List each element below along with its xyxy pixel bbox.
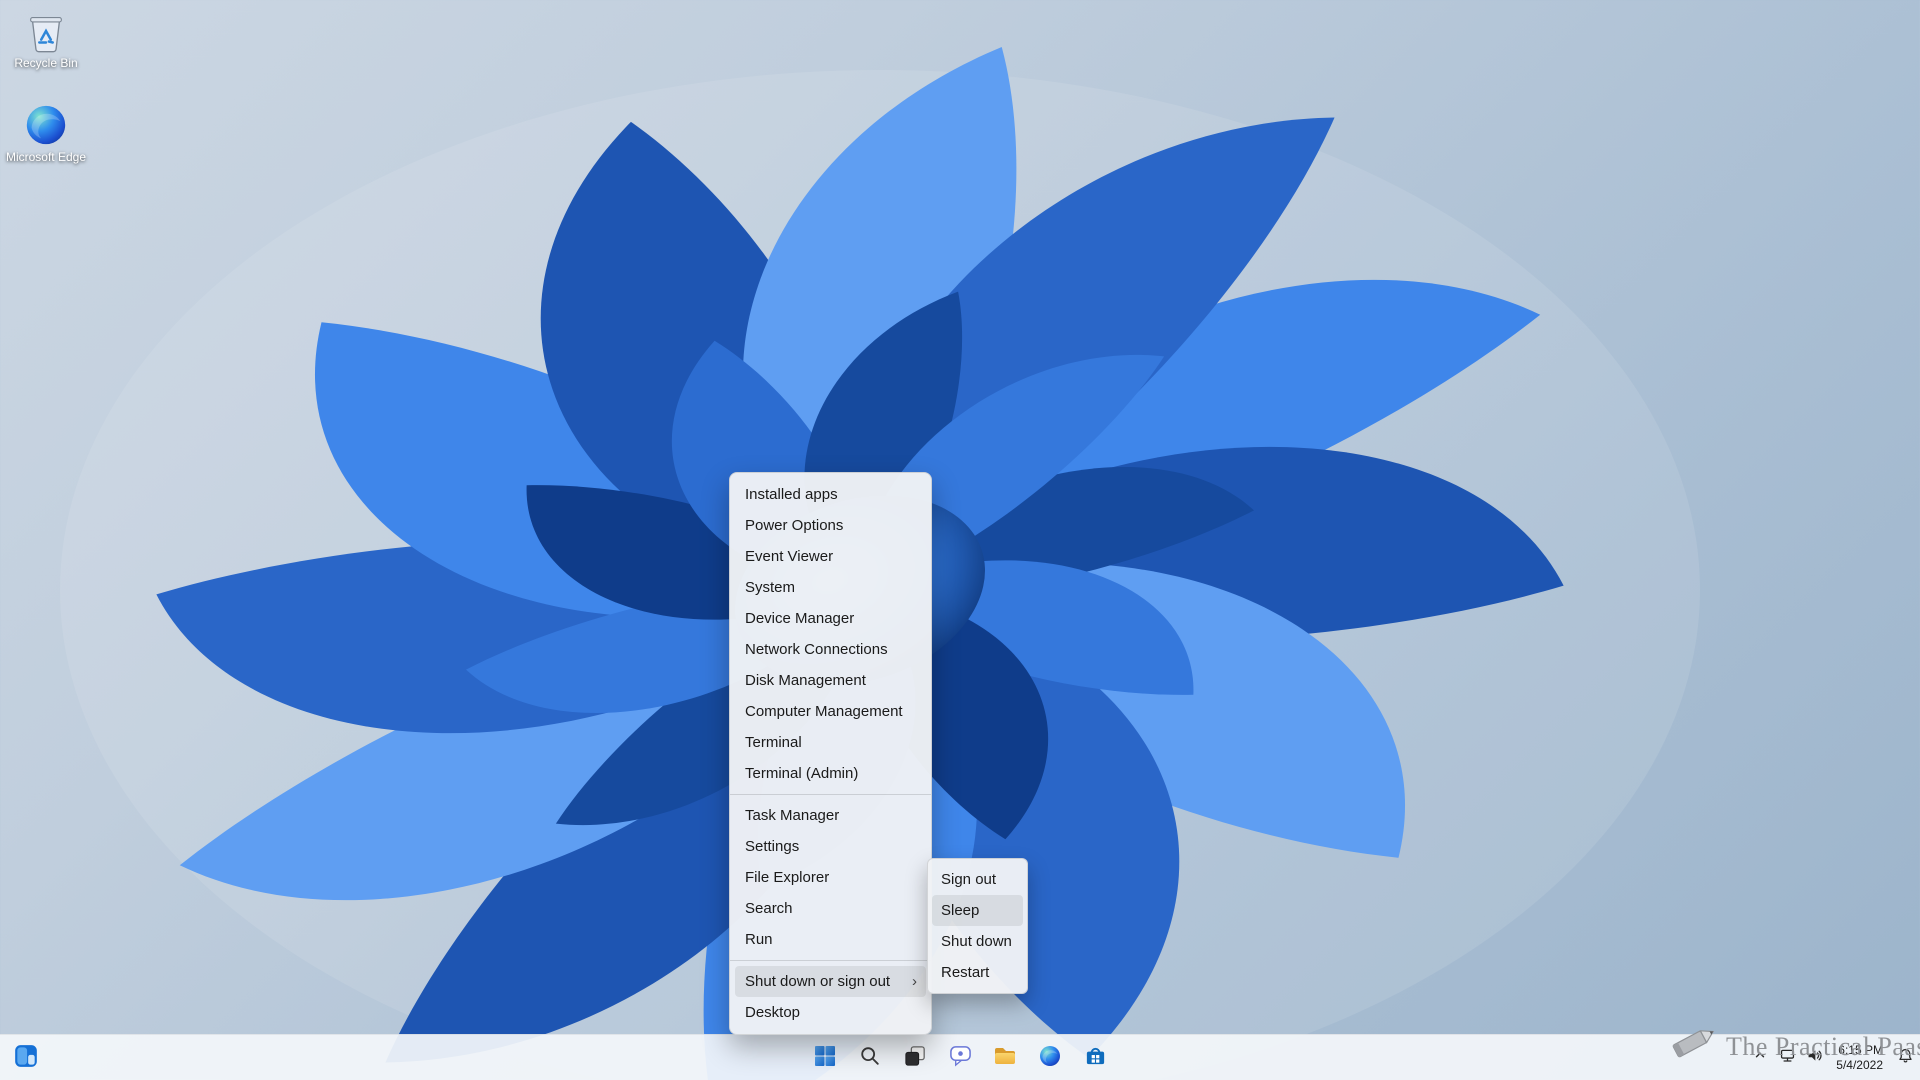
search-icon — [859, 1045, 881, 1072]
edge-icon — [1038, 1044, 1062, 1073]
bell-icon — [1897, 1047, 1914, 1069]
menu-item-computer-management[interactable]: Computer Management — [735, 696, 926, 727]
clock[interactable]: 6:15 PM 5/4/2022 — [1832, 1041, 1887, 1075]
menu-item-settings[interactable]: Settings — [735, 831, 926, 862]
taskbar: 6:15 PM 5/4/2022 — [0, 1034, 1920, 1080]
store-icon — [1084, 1044, 1107, 1072]
chevron-right-icon: › — [912, 973, 917, 990]
menu-item-terminal[interactable]: Terminal — [735, 727, 926, 758]
task-view-button[interactable] — [895, 1038, 935, 1078]
desktop-icon-microsoft-edge[interactable]: Microsoft Edge — [0, 102, 92, 165]
desktop-icon-label: Recycle Bin — [14, 56, 78, 70]
menu-item-installed-apps[interactable]: Installed apps — [735, 479, 926, 510]
desktop-icon-recycle-bin[interactable]: Recycle Bin — [0, 8, 92, 71]
submenu-item-sign-out[interactable]: Sign out — [932, 864, 1023, 895]
menu-separator — [730, 960, 931, 961]
network-button[interactable] — [1778, 1049, 1796, 1067]
power-submenu: Sign out Sleep Shut down Restart — [927, 858, 1028, 994]
volume-icon — [1806, 1047, 1823, 1069]
search-button[interactable] — [850, 1038, 890, 1078]
file-explorer-icon — [993, 1044, 1017, 1073]
menu-item-network-connections[interactable]: Network Connections — [735, 634, 926, 665]
edge-button[interactable] — [1030, 1038, 1070, 1078]
desktop-icon-label: Microsoft Edge — [5, 150, 87, 164]
edge-icon — [23, 102, 69, 148]
menu-item-disk-management[interactable]: Disk Management — [735, 665, 926, 696]
clock-date: 5/4/2022 — [1836, 1057, 1883, 1072]
menu-separator — [730, 794, 931, 795]
menu-item-file-explorer[interactable]: File Explorer — [735, 862, 926, 893]
network-icon — [1779, 1047, 1796, 1069]
chat-button[interactable] — [940, 1038, 980, 1078]
menu-item-device-manager[interactable]: Device Manager — [735, 603, 926, 634]
menu-item-shutdown-signout[interactable]: Shut down or sign out › — [735, 966, 926, 997]
menu-item-power-options[interactable]: Power Options — [735, 510, 926, 541]
submenu-item-sleep[interactable]: Sleep — [932, 895, 1023, 926]
menu-item-run[interactable]: Run — [735, 924, 926, 955]
menu-item-desktop[interactable]: Desktop — [735, 997, 926, 1028]
menu-item-terminal-admin[interactable]: Terminal (Admin) — [735, 758, 926, 789]
winx-context-menu: Installed apps Power Options Event Viewe… — [729, 472, 932, 1035]
notification-center-button[interactable] — [1896, 1047, 1914, 1069]
submenu-item-restart[interactable]: Restart — [932, 957, 1023, 988]
chat-icon — [949, 1044, 972, 1072]
menu-item-system[interactable]: System — [735, 572, 926, 603]
menu-item-event-viewer[interactable]: Event Viewer — [735, 541, 926, 572]
widgets-icon — [13, 1043, 39, 1074]
recycle-bin-icon — [23, 8, 69, 54]
start-button[interactable] — [805, 1038, 845, 1078]
hidden-icons-button[interactable] — [1751, 1049, 1769, 1067]
file-explorer-button[interactable] — [985, 1038, 1025, 1078]
menu-item-search[interactable]: Search — [735, 893, 926, 924]
system-tray: 6:15 PM 5/4/2022 — [1751, 1035, 1914, 1080]
clock-time: 6:15 PM — [1838, 1042, 1883, 1057]
volume-button[interactable] — [1805, 1049, 1823, 1067]
store-button[interactable] — [1075, 1038, 1115, 1078]
widgets-button[interactable] — [6, 1038, 46, 1078]
task-view-icon — [904, 1045, 926, 1072]
menu-item-task-manager[interactable]: Task Manager — [735, 800, 926, 831]
start-icon — [813, 1044, 837, 1073]
chevron-up-icon — [1753, 1048, 1767, 1067]
submenu-item-shut-down[interactable]: Shut down — [932, 926, 1023, 957]
